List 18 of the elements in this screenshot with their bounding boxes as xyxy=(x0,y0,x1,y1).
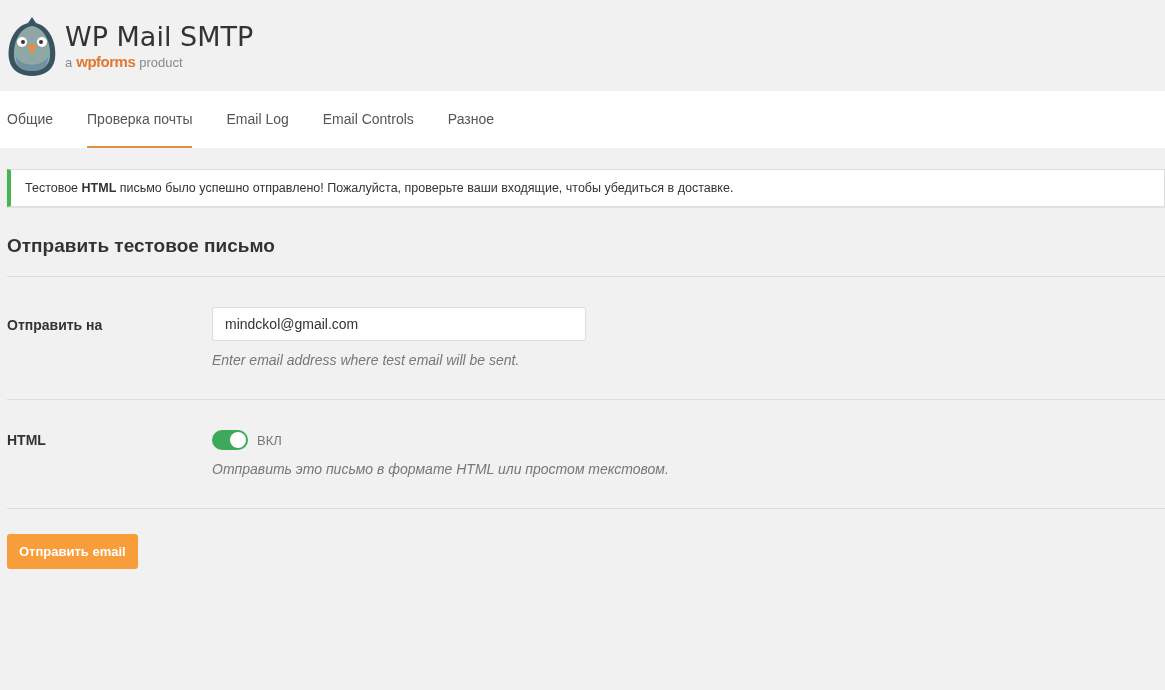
app-title: WP Mail SMTP xyxy=(65,21,254,53)
nav-tab[interactable]: Общие xyxy=(7,91,54,148)
nav-tab[interactable]: Email Controls xyxy=(322,91,414,148)
section-heading: Отправить тестовое письмо xyxy=(7,235,1165,277)
brand-wordmark: wpforms xyxy=(76,53,136,70)
nav-tab[interactable]: Проверка почты xyxy=(87,91,193,148)
tagline-prefix: a xyxy=(65,55,73,70)
field-label: Отправить на xyxy=(7,316,104,335)
nav-tab[interactable]: Email Log xyxy=(226,91,289,148)
tagline-suffix: product xyxy=(139,55,183,70)
field-hint: Enter email address where test email will be sent. xyxy=(212,352,521,368)
email-input-field[interactable]: mindckol@gmail.com xyxy=(212,307,586,341)
nav-tab[interactable]: Разное xyxy=(447,91,494,148)
success-notice: Тестовое HTML письмо было успешно отправлено! Пожалуйста, проверьте ваши входящие, чтобы убедиться в доставке. xyxy=(7,169,1165,207)
field-label: HTML xyxy=(7,431,47,450)
toggle-switch[interactable] xyxy=(212,430,248,450)
toggle-state-label: ВКЛ xyxy=(257,432,282,448)
field-hint: Отправить это письмо в формате HTML или простом текстовом. xyxy=(212,461,669,477)
